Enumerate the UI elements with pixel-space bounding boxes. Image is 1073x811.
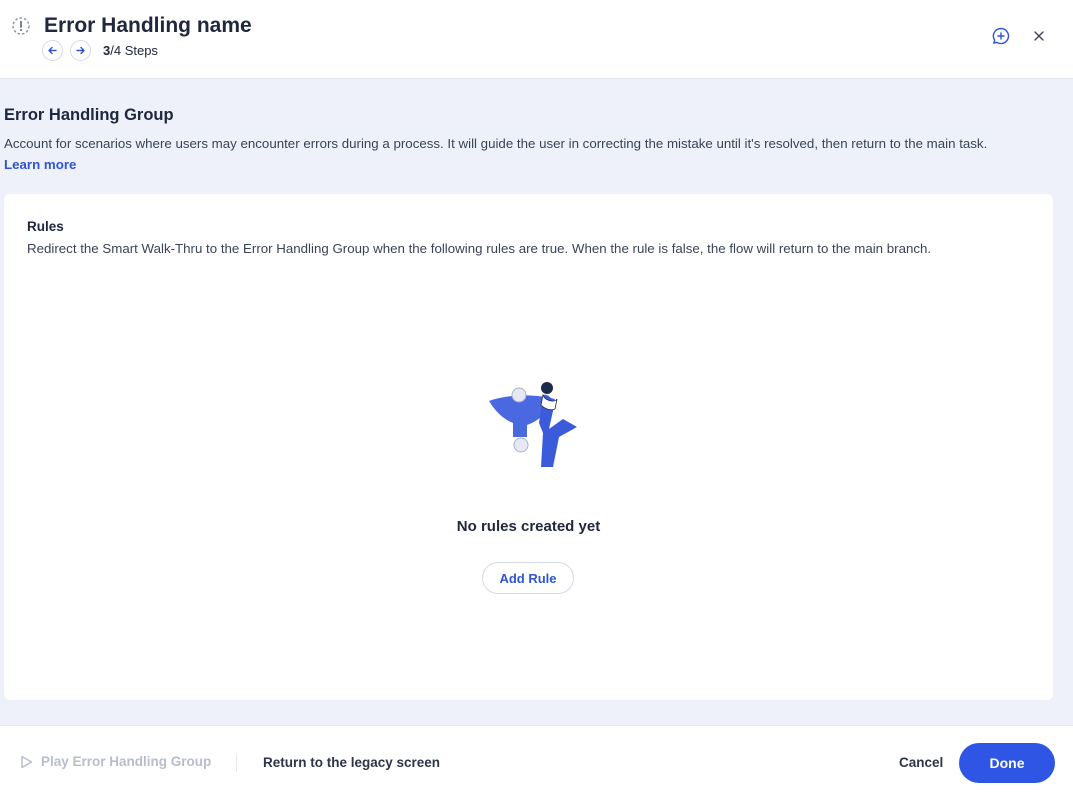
- footer-divider: [236, 754, 237, 772]
- page-title: Error Handling name: [44, 14, 252, 37]
- return-to-legacy-link[interactable]: Return to the legacy screen: [263, 755, 440, 770]
- total-steps: /4 Steps: [110, 43, 158, 58]
- add-comment-button[interactable]: [990, 25, 1012, 47]
- arrow-left-icon: [48, 46, 57, 55]
- done-button[interactable]: Done: [959, 743, 1055, 783]
- add-rule-button[interactable]: Add Rule: [482, 562, 574, 594]
- rules-card: Rules Redirect the Smart Walk-Thru to th…: [4, 194, 1053, 700]
- section-description: Account for scenarios where users may en…: [4, 136, 988, 151]
- add-comment-icon: [992, 27, 1010, 45]
- empty-state-illustration: [483, 381, 577, 469]
- empty-state-message: No rules created yet: [456, 518, 601, 535]
- footer-bar: Play Error Handling Group Return to the …: [0, 725, 1073, 811]
- close-icon: [1034, 31, 1044, 41]
- section-title: Error Handling Group: [4, 106, 174, 124]
- learn-more-link[interactable]: Learn more: [4, 157, 76, 172]
- previous-step-button[interactable]: [42, 40, 63, 61]
- arrow-right-icon: [76, 46, 85, 55]
- rules-description: Redirect the Smart Walk-Thru to the Erro…: [27, 241, 932, 256]
- play-error-handling-group-button[interactable]: Play Error Handling Group: [20, 754, 211, 769]
- step-counter: 3/4 Steps: [103, 43, 158, 58]
- header-bar: Error Handling name 3/4 Steps: [0, 0, 1073, 79]
- error-handling-icon: [8, 13, 34, 39]
- play-label: Play Error Handling Group: [41, 754, 212, 769]
- cancel-button[interactable]: Cancel: [899, 755, 943, 770]
- next-step-button[interactable]: [70, 40, 91, 61]
- play-icon: [21, 755, 33, 768]
- rules-title: Rules: [27, 219, 64, 234]
- close-button[interactable]: [1028, 25, 1050, 47]
